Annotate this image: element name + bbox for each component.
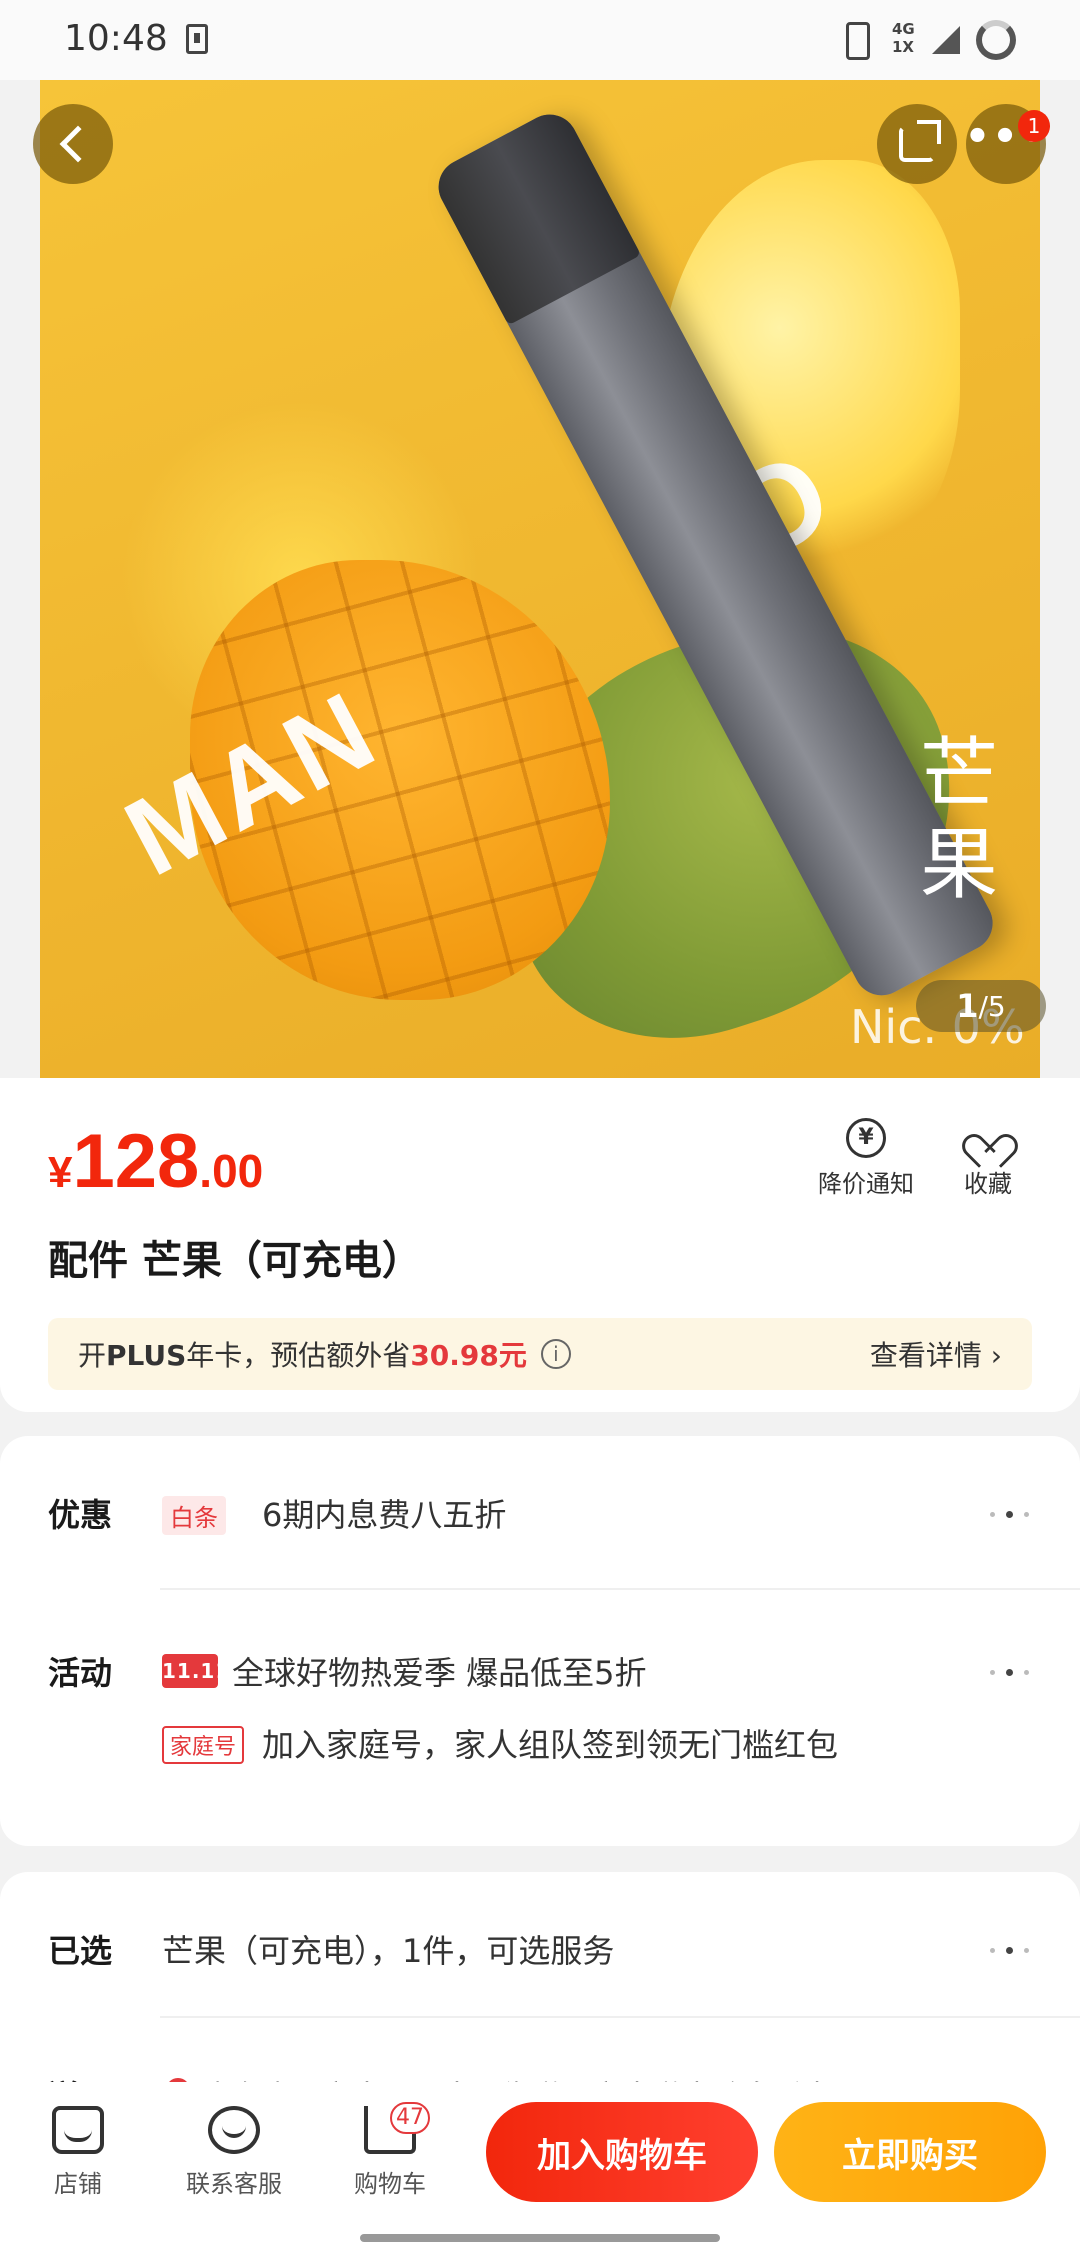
notification-badge: 1 [1018, 110, 1050, 142]
heart-icon [968, 1118, 1008, 1158]
product-image-gallery[interactable]: MAN GO 芒果 Nic. 0% [40, 80, 1040, 1080]
family-text[interactable]: 加入家庭号，家人组队签到领无门槛红包 [262, 1720, 838, 1766]
double-eleven-logo: 11.11 [162, 1654, 229, 1688]
divider [160, 2016, 1080, 2018]
price-decimal: .00 [199, 1145, 264, 1197]
image-text-cn: 芒果 [920, 730, 999, 910]
activity-text[interactable]: 全球好物热爱季 爆品低至5折 [232, 1648, 647, 1694]
currency-symbol: ¥ [48, 1148, 73, 1197]
back-button[interactable] [33, 104, 113, 184]
share-icon [899, 120, 941, 162]
discount-more-icon[interactable] [986, 1508, 1036, 1522]
store-label: 店铺 [54, 2170, 102, 2198]
store-button[interactable]: 店铺 [8, 2106, 148, 2199]
plus-promo-text: 开PLUS年卡，预估额外省30.98元 [78, 1339, 527, 1372]
activity-more-icon[interactable] [986, 1666, 1036, 1680]
family-tag: 家庭号 [162, 1726, 245, 1764]
cart-label: 购物车 [354, 2170, 426, 2198]
price-card: ¥128.00 ¥ 降价通知 收藏 配件 芒果（可充电） 开PLUS年卡，预估额… [0, 1078, 1080, 1412]
yen-bell-icon: ¥ [846, 1118, 886, 1158]
network-type: 4G 1X [892, 20, 915, 56]
share-button[interactable] [877, 104, 957, 184]
promotions-card: 优惠 白条 6期内息费八五折 活动 11.11 全球好物热爱季 爆品低至5折 家… [0, 1436, 1080, 1846]
info-icon[interactable]: i [540, 1339, 571, 1369]
chat-icon [208, 2106, 260, 2154]
plus-membership-bar[interactable]: 开PLUS年卡，预估额外省30.98元 i 查看详情 › [48, 1318, 1032, 1390]
selected-more-icon[interactable] [986, 1944, 1036, 1958]
favorite-button[interactable]: 收藏 [928, 1118, 1048, 1199]
pager-total: /5 [978, 989, 1006, 1023]
service-label: 联系客服 [186, 2170, 282, 2198]
buy-now-button[interactable]: 立即购买 [774, 2102, 1046, 2202]
store-icon [52, 2106, 104, 2154]
phone-icon [846, 22, 870, 60]
baitiao-offer-text[interactable]: 6期内息费八五折 [262, 1490, 506, 1536]
selected-label: 已选 [48, 1932, 113, 1970]
cart-count-badge: 47 [390, 2102, 430, 2134]
price-alert-button[interactable]: ¥ 降价通知 [806, 1118, 926, 1199]
battery-icon [976, 20, 1016, 60]
back-arrow-icon [59, 125, 97, 163]
divider [160, 1588, 1080, 1590]
price-alert-label: 降价通知 [818, 1170, 914, 1198]
status-bar: 10:48 4G 1X [0, 0, 1080, 80]
activity-label: 活动 [48, 1654, 113, 1692]
price-integer: 128 [72, 1119, 200, 1204]
download-icon [186, 24, 208, 54]
status-time: 10:48 [64, 18, 168, 59]
view-details-link[interactable]: 查看详情 › [870, 1334, 1002, 1374]
favorite-label: 收藏 [964, 1170, 1012, 1198]
add-to-cart-button[interactable]: 加入购物车 [486, 2102, 758, 2202]
selected-spec-text[interactable]: 芒果（可充电），1件，可选服务 [162, 1926, 614, 1972]
customer-service-button[interactable]: 联系客服 [164, 2106, 304, 2199]
pager-current: 1 [956, 987, 979, 1025]
product-title: 配件 芒果（可充电） [48, 1238, 422, 1284]
image-pager: 1 /5 [916, 980, 1046, 1032]
product-price: ¥128.00 [48, 1118, 263, 1205]
home-indicator[interactable] [360, 2234, 720, 2242]
signal-icon [932, 26, 960, 54]
discount-label: 优惠 [48, 1496, 113, 1534]
plus-saving-amount: 30.98元 [410, 1339, 527, 1372]
baitiao-tag: 白条 [162, 1496, 226, 1535]
